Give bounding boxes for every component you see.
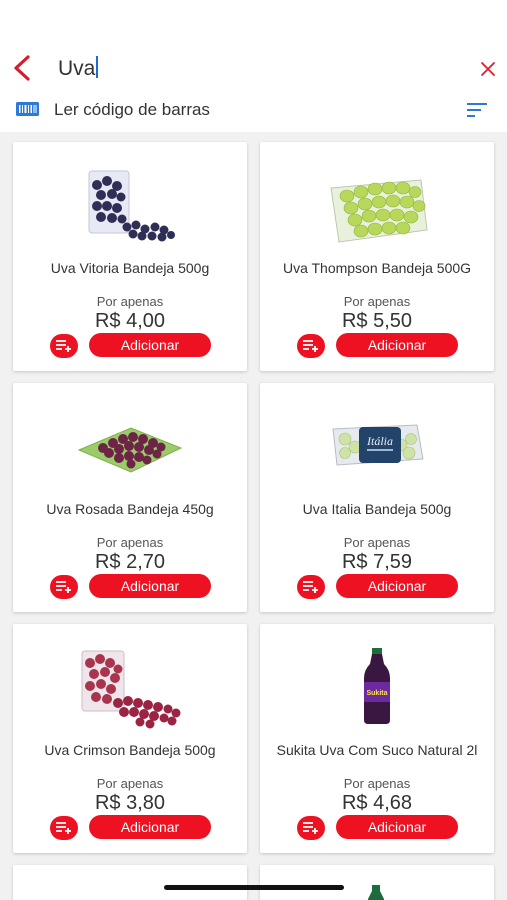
playlist-add-icon [56,340,71,352]
close-icon[interactable] [479,60,497,78]
price-label: Por apenas [96,294,164,309]
search-query: Uva [58,57,96,80]
product-name: Uva Italia Bandeja 500g [302,501,452,517]
product-card[interactable]: Uva Crimson Bandeja 500g Por apenas R$ 3… [13,624,247,853]
add-to-cart-button[interactable]: Adicionar [336,333,458,357]
product-image [13,156,247,252]
add-to-cart-button[interactable]: Adicionar [89,333,211,357]
chevron-left-icon[interactable] [8,52,36,84]
price-label: Por apenas [96,535,164,550]
add-to-list-button[interactable] [50,334,78,358]
add-to-list-button[interactable] [297,334,325,358]
product-card[interactable]: Itália Uva Italia Bandeja 500g Por apena… [260,383,494,612]
product-card[interactable]: Uva Rosada Bandeja 450g Por apenas R$ 2,… [13,383,247,612]
product-image [13,638,247,734]
product-price: R$ 4,00 [94,310,166,332]
product-card[interactable]: Sukita Sukita Uva Com Suco Natural 2l Po… [260,624,494,853]
product-grid: Uva Vitoria Bandeja 500g Por apenas R$ 4… [13,142,495,900]
product-name: Sukita Uva Com Suco Natural 2l [276,742,478,758]
product-image [260,156,494,252]
product-card[interactable]: Uva Vitoria Bandeja 500g Por apenas R$ 4… [13,142,247,371]
product-price: R$ 4,68 [341,792,413,814]
add-to-cart-button[interactable]: Adicionar [89,574,211,598]
sort-icon[interactable] [466,101,488,119]
price-label: Por apenas [343,776,411,791]
playlist-add-icon [303,340,318,352]
product-image: Sukita [260,638,494,734]
add-to-list-button[interactable] [297,575,325,599]
add-to-cart-button[interactable]: Adicionar [336,574,458,598]
home-indicator[interactable] [164,885,344,890]
product-price: R$ 2,70 [94,551,166,573]
product-image [368,885,384,900]
product-name: Uva Vitoria Bandeja 500g [50,260,210,276]
add-to-list-button[interactable] [297,816,325,840]
product-card[interactable]: Uva Thompson Bandeja 500G Por apenas R$ … [260,142,494,371]
barcode-scan-link[interactable]: Ler código de barras [54,100,210,120]
product-price: R$ 3,80 [94,792,166,814]
product-price: R$ 5,50 [341,310,413,332]
product-card[interactable] [13,865,247,900]
product-price: R$ 7,59 [341,551,413,573]
product-name: Uva Rosada Bandeja 450g [46,501,214,517]
add-to-list-button[interactable] [50,575,78,599]
svg-text:Itália: Itália [366,434,393,448]
product-name: Uva Thompson Bandeja 500G [282,260,472,276]
barcode-icon[interactable] [16,102,39,116]
price-label: Por apenas [343,294,411,309]
search-input[interactable]: Uva [58,56,99,81]
text-caret [96,56,99,78]
add-to-cart-button[interactable]: Adicionar [89,815,211,839]
price-label: Por apenas [96,776,164,791]
product-image [13,397,247,493]
add-to-cart-button[interactable]: Adicionar [336,815,458,839]
top-bar: Uva Ler código de barras [0,0,507,132]
playlist-add-icon [303,822,318,834]
price-label: Por apenas [343,535,411,550]
add-to-list-button[interactable] [50,816,78,840]
svg-text:Sukita: Sukita [366,690,387,697]
playlist-add-icon [303,581,318,593]
product-card[interactable] [260,865,494,900]
playlist-add-icon [56,581,71,593]
product-name: Uva Crimson Bandeja 500g [44,742,216,758]
playlist-add-icon [56,822,71,834]
product-image: Itália [260,397,494,493]
